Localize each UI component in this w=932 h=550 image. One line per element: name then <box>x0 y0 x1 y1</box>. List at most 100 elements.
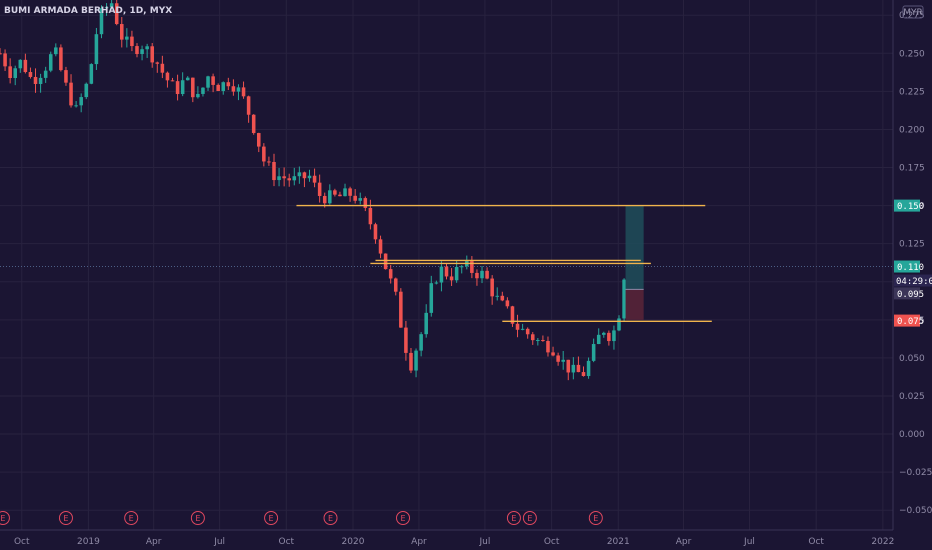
candle-body <box>434 282 439 284</box>
candlestick-chart[interactable]: 0.2750.2500.2250.2000.1750.1500.1250.100… <box>0 0 932 550</box>
candle-body <box>297 172 302 177</box>
candle-body <box>84 83 89 98</box>
candle-body <box>89 64 94 84</box>
candle-body <box>383 253 388 270</box>
y-tick-label: 0.000 <box>899 430 925 440</box>
y-tick-label: −0.050 <box>899 506 932 516</box>
last-price-tag: 0.110 <box>897 263 924 273</box>
candle-body <box>475 272 479 279</box>
candle-body <box>530 334 535 341</box>
candle-body <box>515 323 520 330</box>
candle-body <box>348 188 352 196</box>
candle-body <box>419 334 423 351</box>
candle-body <box>454 266 459 281</box>
candle-body <box>378 239 383 254</box>
candle-body <box>206 76 210 88</box>
earnings-event-label: E <box>195 514 200 523</box>
candle-body <box>221 82 226 92</box>
candle-body <box>94 34 99 65</box>
x-tick-label: Oct <box>544 537 560 547</box>
candle-body <box>201 87 205 94</box>
candle-body <box>18 59 23 69</box>
candle-body <box>64 70 68 83</box>
candle-body <box>622 279 626 319</box>
candle-body <box>302 172 307 179</box>
earnings-event-label: E <box>400 514 405 523</box>
candle-body <box>3 53 7 67</box>
candle-body <box>13 68 17 78</box>
y-tick-label: 0.200 <box>899 125 925 135</box>
candle-body <box>277 176 281 181</box>
candle-body <box>282 176 286 179</box>
candle-body <box>317 182 322 196</box>
earnings-event-label: E <box>269 514 274 523</box>
candle-body <box>267 161 271 163</box>
candle-body <box>69 82 73 106</box>
stop-price-tag: 0.075 <box>897 317 924 327</box>
x-tick-label: Jul <box>743 537 755 547</box>
candle-body <box>191 77 195 98</box>
candle-body <box>79 97 83 106</box>
candle-body <box>617 318 621 331</box>
candle-body <box>449 276 454 281</box>
currency-badge[interactable]: MYR <box>902 5 924 19</box>
candle-body <box>48 54 53 71</box>
candle-body <box>525 328 530 335</box>
chart-background <box>0 0 932 550</box>
candle-body <box>596 334 601 345</box>
candle-body <box>393 278 398 292</box>
candle-body <box>343 188 347 197</box>
candle-body <box>399 291 403 328</box>
candle-body <box>312 175 317 183</box>
candle-body <box>591 344 596 361</box>
countdown-label: 04:29:06 <box>896 277 932 287</box>
candle-body <box>459 266 464 268</box>
candle-body <box>155 62 160 64</box>
y-tick-label: 0.225 <box>899 87 925 97</box>
candle-body <box>272 161 276 181</box>
candle-body <box>246 96 251 115</box>
candle-body <box>28 72 33 77</box>
x-tick-label: Oct <box>808 537 824 547</box>
candle-body <box>287 178 291 181</box>
x-tick-label: 2022 <box>871 537 894 547</box>
candle-body <box>541 339 545 341</box>
x-tick-label: Jul <box>213 537 225 547</box>
candle-body <box>358 198 363 201</box>
long-position-tool[interactable] <box>625 205 644 320</box>
candle-body <box>520 328 525 330</box>
y-tick-label: 0.050 <box>899 354 925 364</box>
candle-body <box>175 81 180 95</box>
position-profit-zone[interactable] <box>625 205 644 290</box>
candle-body <box>571 364 576 373</box>
candle-body <box>480 270 484 279</box>
candle-body <box>404 327 408 353</box>
candle-body <box>338 194 342 197</box>
y-tick-label: 0.025 <box>899 392 925 402</box>
position-loss-zone[interactable] <box>625 289 644 320</box>
candle-body <box>602 332 606 335</box>
candle-body <box>429 283 434 313</box>
candle-body <box>363 198 368 208</box>
candle-body <box>444 266 449 277</box>
candle-body <box>145 46 149 50</box>
candle-body <box>0 53 2 55</box>
candle-body <box>414 350 418 371</box>
candle-body <box>196 93 200 98</box>
candle-body <box>54 47 58 55</box>
x-tick-label: Oct <box>279 537 295 547</box>
x-tick-label: 2019 <box>77 537 100 547</box>
candle-body <box>180 80 185 95</box>
candle-body <box>292 176 297 181</box>
candle-body <box>160 63 165 73</box>
x-tick-label: Apr <box>411 537 427 547</box>
candle-body <box>576 364 581 373</box>
x-tick-label: Oct <box>14 537 30 547</box>
candle-body <box>439 266 444 283</box>
candle-body <box>368 207 373 225</box>
candle-body <box>165 72 170 81</box>
candle-body <box>38 77 43 84</box>
earnings-event-label: E <box>328 514 333 523</box>
y-tick-label: 0.175 <box>899 164 925 174</box>
candle-body <box>373 224 378 240</box>
